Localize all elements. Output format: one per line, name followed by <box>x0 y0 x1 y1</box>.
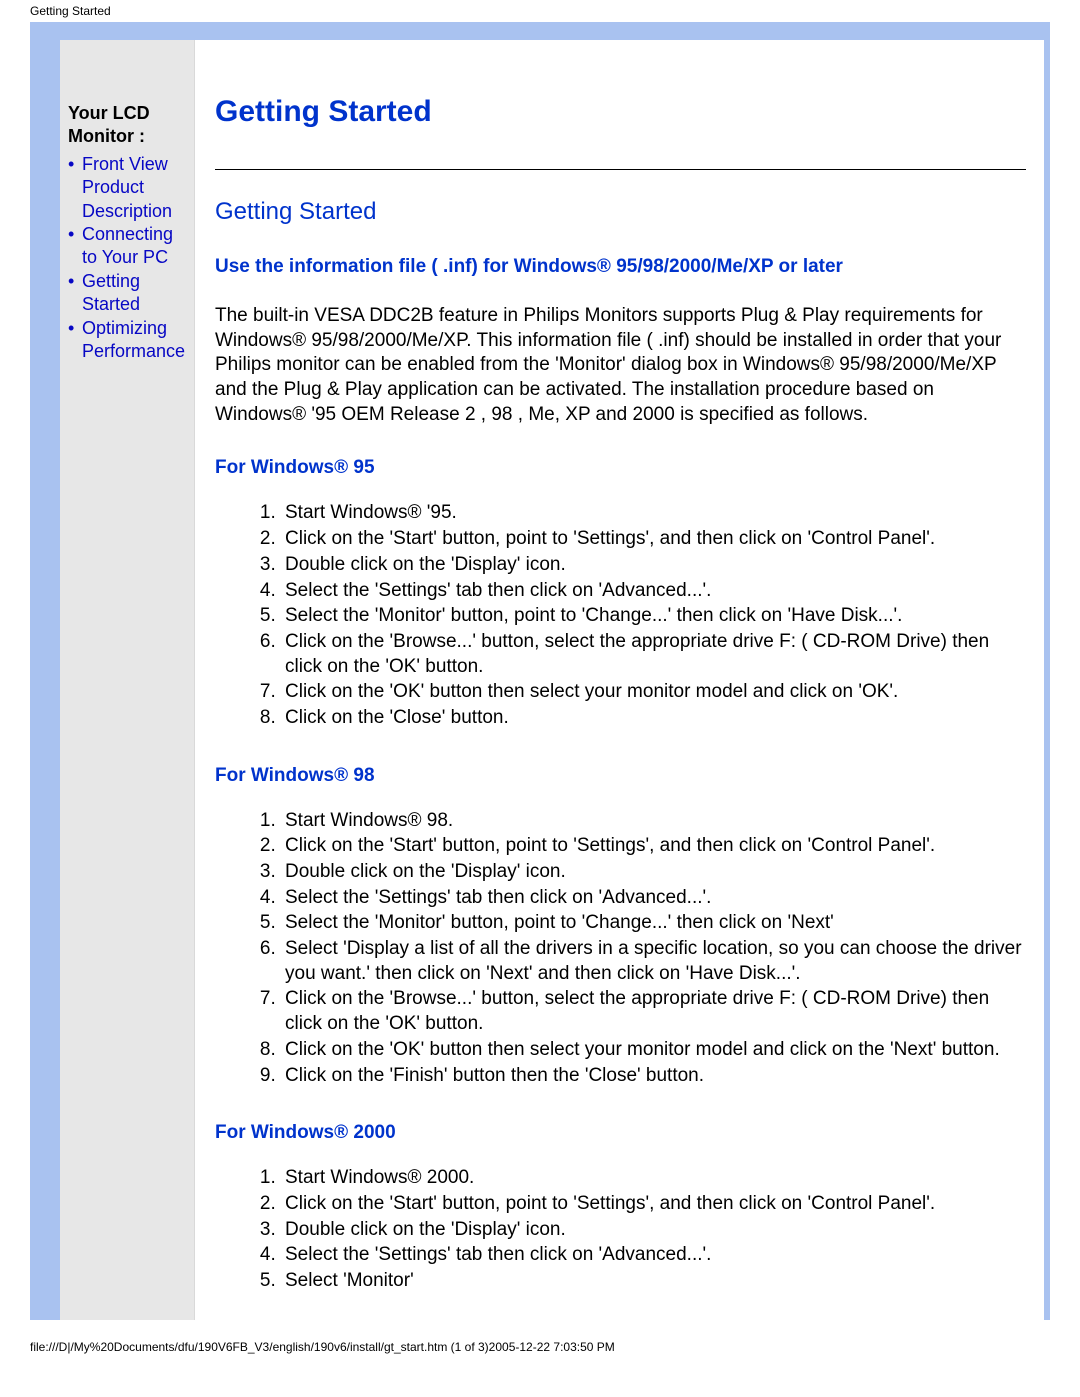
sidebar-item-connecting[interactable]: • Connecting to Your PC <box>68 223 190 270</box>
windows-95-heading: For Windows® 95 <box>215 457 1026 479</box>
section-subhead: Use the information file ( .inf) for Win… <box>215 256 1026 278</box>
sidebar-item-label: Optimizing Performance <box>82 317 190 364</box>
bullet-icon: • <box>68 270 82 317</box>
step-item: Click on the 'Finish' button then the 'C… <box>281 1064 1026 1089</box>
section-subtitle: Getting Started <box>215 198 1026 226</box>
step-item: Select the 'Monitor' button, point to 'C… <box>281 911 1026 936</box>
sidebar-item-label: Getting Started <box>82 270 190 317</box>
step-item: Select the 'Settings' tab then click on … <box>281 1243 1026 1268</box>
sidebar-title: Your LCD Monitor : <box>68 102 190 149</box>
step-item: Double click on the 'Display' icon. <box>281 1218 1026 1243</box>
step-item: Select the 'Monitor' button, point to 'C… <box>281 604 1026 629</box>
content-frame: Your LCD Monitor : • Front View Product … <box>30 22 1050 1320</box>
windows-98-steps: Start Windows® 98. Click on the 'Start' … <box>215 809 1026 1089</box>
horizontal-rule <box>215 169 1026 170</box>
step-item: Click on the 'OK' button then select you… <box>281 680 1026 705</box>
step-item: Click on the 'Start' button, point to 'S… <box>281 834 1026 859</box>
windows-98-heading: For Windows® 98 <box>215 765 1026 787</box>
bullet-icon: • <box>68 153 82 223</box>
main-content: Getting Started Getting Started Use the … <box>195 40 1044 1320</box>
document-header-label: Getting Started <box>0 0 1080 22</box>
step-item: Start Windows® '95. <box>281 501 1026 526</box>
step-item: Double click on the 'Display' icon. <box>281 860 1026 885</box>
step-item: Select 'Display a list of all the driver… <box>281 937 1026 986</box>
step-item: Click on the 'Browse...' button, select … <box>281 630 1026 679</box>
windows-95-steps: Start Windows® '95. Click on the 'Start'… <box>215 501 1026 730</box>
step-item: Click on the 'Start' button, point to 'S… <box>281 1192 1026 1217</box>
windows-2000-steps: Start Windows® 2000. Click on the 'Start… <box>215 1166 1026 1293</box>
step-item: Start Windows® 2000. <box>281 1166 1026 1191</box>
step-item: Click on the 'Close' button. <box>281 706 1026 731</box>
sidebar-item-label: Front View Product Description <box>82 153 190 223</box>
sidebar-item-optimizing[interactable]: • Optimizing Performance <box>68 317 190 364</box>
step-item: Select 'Monitor' <box>281 1269 1026 1294</box>
sidebar-item-getting-started[interactable]: • Getting Started <box>68 270 190 317</box>
step-item: Double click on the 'Display' icon. <box>281 553 1026 578</box>
step-item: Click on the 'OK' button then select you… <box>281 1038 1026 1063</box>
windows-2000-heading: For Windows® 2000 <box>215 1122 1026 1144</box>
sidebar-item-label: Connecting to Your PC <box>82 223 190 270</box>
sidebar-item-front-view[interactable]: • Front View Product Description <box>68 153 190 223</box>
intro-paragraph: The built-in VESA DDC2B feature in Phili… <box>215 304 1026 427</box>
step-item: Select the 'Settings' tab then click on … <box>281 886 1026 911</box>
bullet-icon: • <box>68 223 82 270</box>
step-item: Start Windows® 98. <box>281 809 1026 834</box>
step-item: Click on the 'Start' button, point to 'S… <box>281 527 1026 552</box>
page-title: Getting Started <box>215 95 1026 129</box>
footer-file-path: file:///D|/My%20Documents/dfu/190V6FB_V3… <box>0 1320 1080 1362</box>
step-item: Select the 'Settings' tab then click on … <box>281 579 1026 604</box>
sidebar-nav: Your LCD Monitor : • Front View Product … <box>60 40 195 1320</box>
step-item: Click on the 'Browse...' button, select … <box>281 987 1026 1036</box>
bullet-icon: • <box>68 317 82 364</box>
